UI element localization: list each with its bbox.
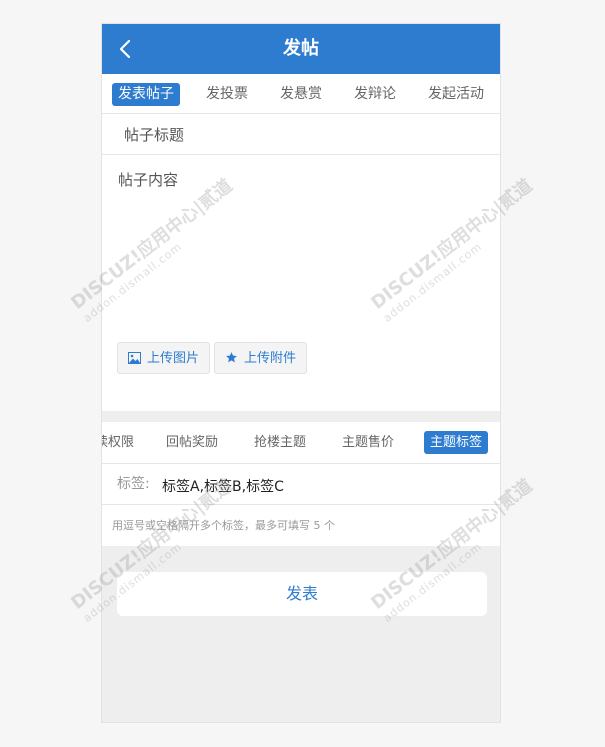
- upload-attachment-label: 上传附件: [244, 351, 297, 366]
- star-icon: [225, 345, 238, 377]
- tab-reward[interactable]: 发悬赏: [280, 74, 322, 114]
- tab-activity[interactable]: 发起活动: [428, 74, 484, 114]
- option-tabs: 阅读权限 回帖奖励 抢楼主题 主题售价 主题标签: [102, 422, 500, 464]
- upload-attachment-button[interactable]: 上传附件: [214, 342, 308, 377]
- content-textarea[interactable]: [116, 167, 490, 331]
- tab-thread-price[interactable]: 主题售价: [342, 422, 394, 463]
- top-bar: 发帖: [102, 24, 500, 74]
- content-area: 上传图片 上传附件: [102, 155, 500, 411]
- tab-debate[interactable]: 发辩论: [354, 74, 396, 114]
- title-row: [102, 114, 500, 155]
- hint-row: 用逗号或空格隔开多个标签，最多可填写 5 个: [102, 505, 500, 546]
- image-icon: [128, 345, 141, 377]
- title-input[interactable]: [122, 122, 486, 148]
- phone-frame: 发帖 发表帖子 发投票 发悬赏 发辩论 发起活动 上传图片 上传附件 阅读权限 …: [101, 23, 501, 723]
- tag-input[interactable]: [160, 473, 484, 499]
- tag-label: 标签:: [117, 476, 150, 492]
- upload-image-label: 上传图片: [147, 351, 200, 366]
- tab-reply-reward[interactable]: 回帖奖励: [166, 422, 218, 463]
- tab-read-permission[interactable]: 阅读权限: [102, 422, 134, 463]
- tab-thread-tags[interactable]: 主题标签: [424, 431, 489, 454]
- tab-post[interactable]: 发表帖子: [112, 83, 180, 106]
- upload-image-button[interactable]: 上传图片: [117, 342, 211, 377]
- tab-poll[interactable]: 发投票: [206, 74, 248, 114]
- post-type-tabs: 发表帖子 发投票 发悬赏 发辩论 发起活动: [102, 74, 500, 114]
- submit-button[interactable]: 发表: [117, 572, 487, 616]
- tag-row: 标签:: [102, 464, 500, 505]
- page-title: 发帖: [283, 38, 319, 59]
- tag-hint: 用逗号或空格隔开多个标签，最多可填写 5 个: [112, 519, 335, 532]
- tab-floor-rush[interactable]: 抢楼主题: [254, 422, 306, 463]
